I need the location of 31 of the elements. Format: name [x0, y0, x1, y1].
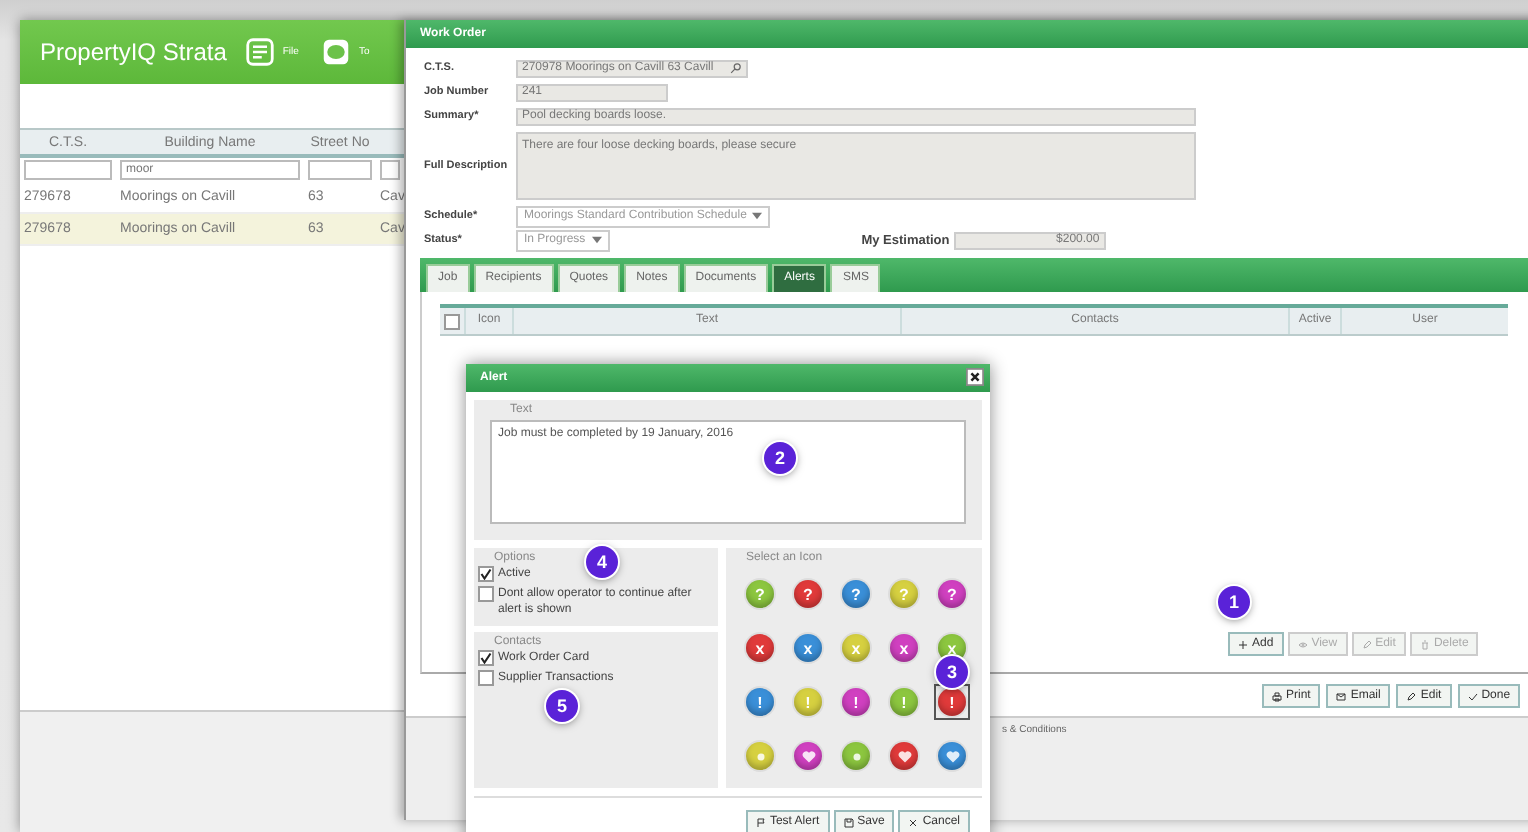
- close-icon: [908, 817, 919, 827]
- checkbox[interactable]: [478, 566, 494, 582]
- step-marker: 2: [764, 442, 796, 474]
- printer-icon: [1272, 691, 1282, 701]
- eye-icon: [1297, 639, 1308, 649]
- chat-icon[interactable]: [322, 38, 351, 66]
- checkbox[interactable]: [444, 313, 460, 329]
- caret-icon: [752, 212, 763, 220]
- checkbox[interactable]: [478, 650, 494, 666]
- close-icon[interactable]: [966, 368, 984, 386]
- step-marker: 3: [936, 656, 968, 688]
- envelope-icon: [1336, 691, 1347, 701]
- filter-field[interactable]: [24, 160, 112, 180]
- checkbox[interactable]: [478, 586, 494, 602]
- flag-icon: [755, 817, 766, 827]
- step-marker: 1: [1218, 586, 1250, 618]
- check-icon: [1467, 691, 1478, 701]
- step-marker: 5: [546, 690, 578, 722]
- filter-field[interactable]: [380, 160, 400, 180]
- plus-icon: [1238, 639, 1248, 649]
- app-logo: PropertyIQ Strata: [40, 38, 227, 66]
- checkbox[interactable]: [478, 670, 494, 686]
- pencil-icon: [1406, 691, 1417, 701]
- filter-field[interactable]: [308, 160, 372, 180]
- pencil-icon: [1361, 639, 1372, 649]
- caret-icon: [591, 236, 602, 244]
- trash-icon: [1419, 639, 1430, 649]
- step-marker: 4: [586, 546, 618, 578]
- document-icon[interactable]: [246, 38, 275, 66]
- search-icon[interactable]: [730, 62, 742, 74]
- save-icon: [843, 817, 854, 827]
